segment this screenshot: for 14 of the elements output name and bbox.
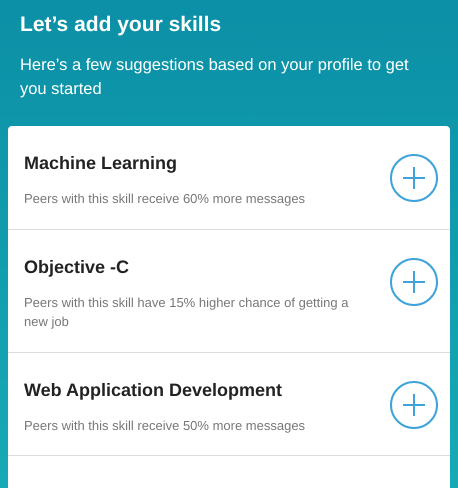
skill-name: Web Application Development (24, 378, 284, 402)
add-skill-button[interactable] (390, 154, 438, 202)
plus-icon (402, 166, 426, 190)
plus-icon (402, 270, 426, 294)
page-subtitle: Here’s a few suggestions based on your profile to get you started (20, 55, 410, 100)
page-title: Let’s add your skills (20, 12, 222, 38)
skill-description: Peers with this skill receive 50% more messages (24, 416, 306, 435)
plus-icon (402, 392, 426, 417)
add-skill-button[interactable] (390, 380, 438, 429)
skill-description: Peers with this skill receive 60% more messages (24, 190, 306, 208)
skill-description: Peers with this skill have 15% higher chance of getting a new job (24, 294, 350, 332)
skill-name: Objective -C (24, 256, 130, 279)
skill-name: Machine Learning (24, 152, 178, 176)
add-skill-button[interactable] (390, 258, 438, 306)
